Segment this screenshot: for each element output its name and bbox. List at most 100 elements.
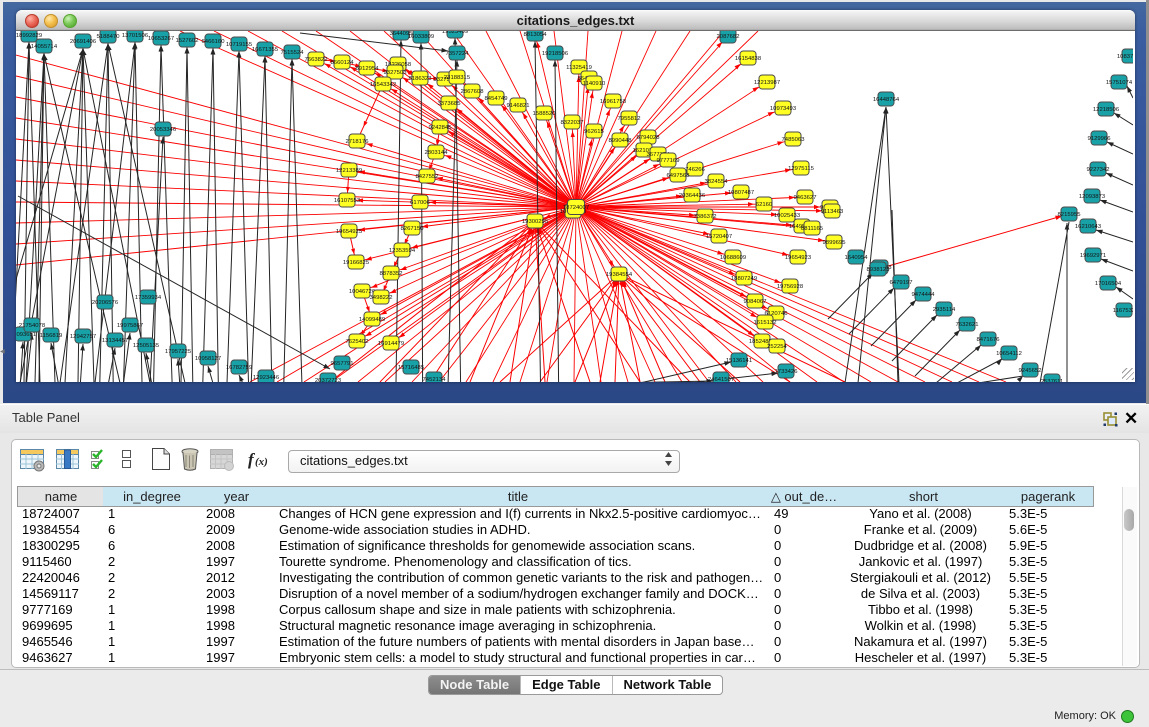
svg-text:8990448: 8990448 [609,138,633,144]
svg-text:12923446: 12923446 [253,375,280,381]
svg-text:19523409: 19523409 [442,31,468,35]
svg-text:8215955: 8215955 [1058,212,1082,218]
svg-text:7515524: 7515524 [281,50,305,56]
svg-text:12093873: 12093873 [1079,194,1106,200]
svg-text:7386372: 7386372 [694,214,717,220]
svg-text:3824554: 3824554 [705,179,729,185]
svg-text:18992829: 18992829 [16,33,42,39]
svg-text:7452134: 7452134 [423,377,447,382]
svg-text:6466160: 6466160 [202,39,226,45]
svg-text:12505135: 12505135 [133,343,160,349]
svg-text:21754078: 21754078 [19,323,46,329]
svg-text:9146821: 9146821 [507,103,530,109]
svg-text:12942757: 12942757 [70,334,96,340]
svg-text:19384554: 19384554 [606,272,633,278]
svg-text:8811165: 8811165 [801,226,824,232]
svg-text:8938123: 8938123 [867,267,891,273]
svg-text:962615: 962615 [584,129,604,135]
svg-text:16107553: 16107553 [334,198,361,204]
svg-text:8813054: 8813054 [524,32,548,38]
svg-text:8267150: 8267150 [401,226,425,232]
svg-text:19166825: 19166825 [343,260,370,266]
svg-text:16914479: 16914479 [378,341,404,347]
svg-text:15136141: 15136141 [726,358,752,364]
svg-text:1588520: 1588520 [533,111,557,117]
svg-text:7485063: 7485063 [782,137,806,143]
svg-text:8471676: 8471676 [977,337,1001,343]
svg-text:19218506: 19218506 [542,51,569,57]
svg-text:10653267: 10653267 [148,36,174,42]
svg-text:15751074: 15751074 [1106,80,1133,86]
svg-text:1615132: 1615132 [754,320,777,326]
svg-text:8454749: 8454749 [485,96,508,102]
svg-text:7663822: 7663822 [305,57,328,63]
svg-text:20206576: 20206576 [92,300,119,306]
svg-text:2087682: 2087682 [717,34,740,40]
svg-text:8427552: 8427552 [416,174,439,180]
svg-text:13134457: 13134457 [102,338,128,344]
svg-text:19756928: 19756928 [777,284,804,290]
svg-text:617006: 617006 [410,200,430,206]
svg-text:17359934: 17359934 [135,295,162,301]
svg-text:15716485: 15716485 [398,365,425,371]
svg-text:20364436: 20364436 [679,193,706,199]
svg-text:12213389: 12213389 [336,168,362,174]
svg-text:62160: 62160 [756,202,773,208]
svg-text:10958127: 10958127 [195,356,221,362]
svg-text:252254: 252254 [767,344,787,350]
svg-text:2803144: 2803144 [425,150,449,156]
svg-text:19300295: 19300295 [522,219,549,225]
svg-text:7955812: 7955812 [618,116,641,122]
svg-text:13701506: 13701506 [122,33,149,39]
svg-text:15720407: 15720407 [706,234,732,240]
svg-text:1640954: 1640954 [845,255,869,261]
svg-text:17957225: 17957225 [165,349,192,355]
svg-text:14055714: 14055714 [31,44,58,50]
svg-text:8660124: 8660124 [331,60,355,66]
svg-text:7632621: 7632621 [956,322,979,328]
svg-text:9327503: 9327503 [384,70,408,76]
svg-text:20691406: 20691406 [70,39,97,45]
svg-text:10025433: 10025433 [774,213,801,219]
svg-text:19654925: 19654925 [336,229,363,235]
svg-text:10719155: 10719155 [226,42,253,48]
svg-text:6497568: 6497568 [667,173,691,179]
svg-text:9113463: 9113463 [821,209,844,215]
svg-text:9777169: 9777169 [657,158,680,164]
svg-text:1167533: 1167533 [1113,308,1133,314]
svg-text:24641507: 24641507 [708,377,734,382]
svg-text:3498222: 3498222 [370,295,393,301]
svg-text:16961758: 16961758 [600,99,627,105]
svg-text:6794028: 6794028 [637,135,661,141]
svg-text:10973493: 10973493 [770,106,797,112]
svg-text:9227342: 9227342 [1087,167,1110,173]
svg-text:8186323: 8186323 [409,76,433,82]
svg-text:9474444: 9474444 [912,292,936,298]
svg-text:16154838: 16154838 [735,56,762,62]
svg-text:2867608: 2867608 [461,89,485,95]
svg-text:19975867: 19975867 [117,323,143,329]
svg-text:19692971: 19692971 [1080,253,1106,259]
svg-text:2718176: 2718176 [346,139,370,145]
svg-text:9242845: 9242845 [429,125,453,131]
svg-text:12213987: 12213987 [754,80,780,86]
svg-text:12353594: 12353594 [389,248,416,254]
svg-text:1140910: 1140910 [583,81,606,87]
svg-text:17016504: 17016504 [1095,281,1122,287]
svg-text:7625402: 7625402 [346,339,369,345]
svg-text:9084067: 9084067 [744,299,767,305]
svg-text:20372723: 20372723 [315,378,342,382]
svg-text:5188470: 5188470 [97,34,121,40]
svg-text:9899695: 9899695 [823,240,847,246]
svg-text:18807249: 18807249 [731,276,757,282]
svg-text:16210643: 16210643 [1075,224,1102,230]
svg-text:16671355: 16671355 [252,47,279,53]
svg-text:16782759: 16782759 [226,365,252,371]
svg-text:1733426: 1733426 [775,369,799,375]
svg-text:10807487: 10807487 [728,190,754,196]
svg-text:22093651: 22093651 [16,332,36,338]
svg-text:16448764: 16448764 [873,97,900,103]
svg-text:16033809: 16033809 [408,34,434,40]
svg-text:8878352: 8878352 [380,271,403,277]
svg-text:14099489: 14099489 [359,317,385,323]
